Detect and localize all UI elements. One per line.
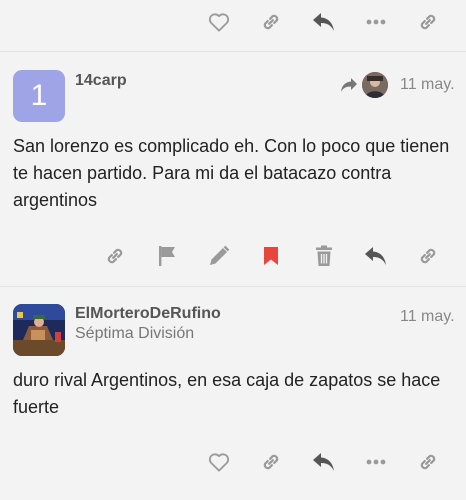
more-button[interactable] (359, 2, 393, 42)
reply-button[interactable] (359, 236, 393, 276)
post-body: San lorenzo es complicado eh. Con lo poc… (13, 136, 450, 210)
previous-post-actions (0, 2, 466, 42)
edit-icon (210, 245, 230, 265)
share-link-button[interactable] (411, 442, 445, 482)
post-date[interactable]: 11 may. (400, 308, 455, 326)
flag-button[interactable] (150, 236, 184, 276)
link-icon (107, 248, 123, 264)
delete-button[interactable] (307, 236, 341, 276)
edit-button[interactable] (202, 236, 236, 276)
more-button[interactable] (359, 442, 393, 482)
bookmark-icon (264, 247, 278, 265)
avatar[interactable] (13, 304, 65, 356)
link-icon (263, 14, 279, 30)
reply-to-avatar (362, 72, 388, 98)
post-body: duro rival Argentinos, en esa caja de za… (13, 370, 441, 417)
post-username[interactable]: ElMorteroDeRufino (75, 305, 221, 323)
reply-to-indicator[interactable] (340, 72, 388, 98)
heart-icon (208, 13, 230, 32)
bookmark-button[interactable] (254, 236, 288, 276)
avatar-letter: 1 (30, 79, 48, 112)
link-icon (420, 454, 436, 470)
user-title: Séptima División (75, 325, 195, 342)
link-icon (263, 454, 279, 470)
reply-to-arrow-icon (341, 78, 357, 92)
heart-icon (208, 453, 230, 472)
post-actions (0, 442, 466, 482)
reply-icon (365, 247, 386, 265)
flag-icon (159, 246, 175, 266)
copy-link-button[interactable] (254, 442, 288, 482)
post-username[interactable]: 14carp (75, 72, 127, 90)
share-link-button[interactable] (411, 236, 445, 276)
post-divider (0, 286, 466, 287)
copy-link-button[interactable] (98, 236, 132, 276)
post-date[interactable]: 11 may. (400, 76, 455, 94)
share-link-button[interactable] (411, 2, 445, 42)
reply-button[interactable] (307, 2, 341, 42)
copy-link-button[interactable] (254, 2, 288, 42)
more-icon (366, 19, 386, 25)
reply-button[interactable] (307, 442, 341, 482)
like-button[interactable] (202, 442, 236, 482)
reply-icon (313, 13, 334, 31)
reply-icon (313, 453, 334, 471)
link-icon (420, 248, 436, 264)
delete-icon (316, 245, 332, 266)
avatar[interactable]: 1 (13, 70, 65, 122)
post-actions (0, 236, 466, 276)
link-icon (420, 14, 436, 30)
more-icon (366, 459, 386, 465)
post-divider (0, 51, 466, 52)
like-button[interactable] (202, 2, 236, 42)
